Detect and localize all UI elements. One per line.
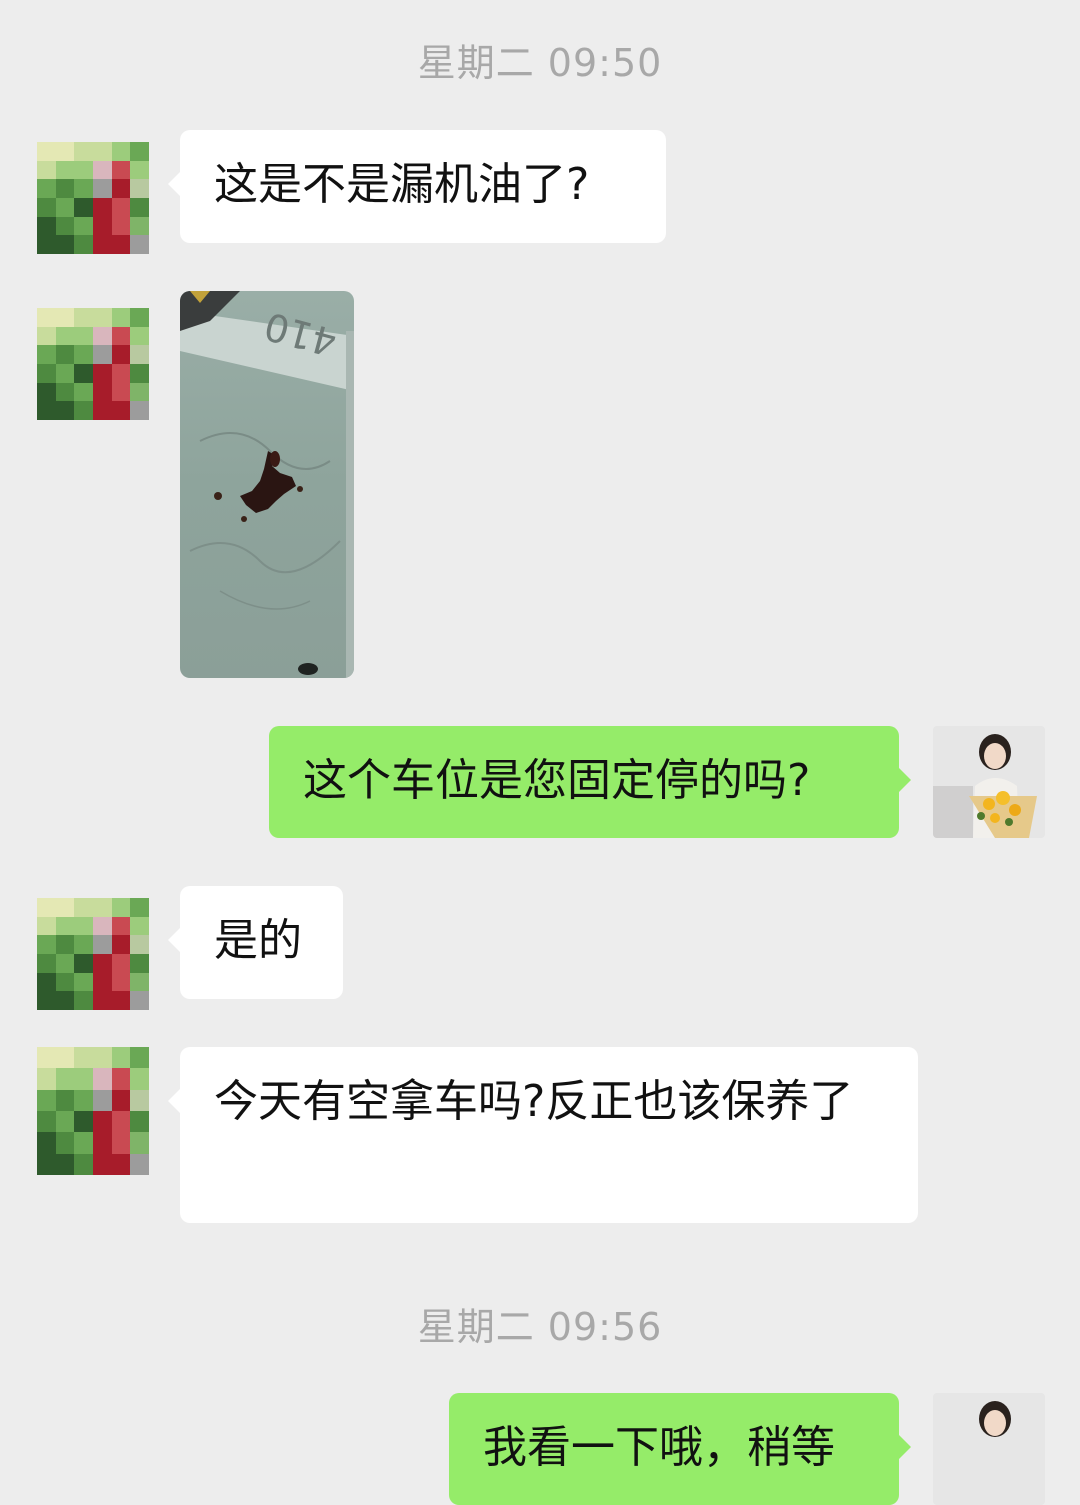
person-with-flowers-avatar-icon [933,726,1045,838]
message-bubble-incoming[interactable]: 今天有空拿车吗?反正也该保养了 [168,1047,918,1223]
message-text: 这个车位是您固定停的吗? [303,755,811,806]
contact-avatar[interactable] [37,308,149,420]
self-avatar[interactable] [933,726,1045,838]
oil-stain-photo: 410 [180,291,354,678]
person-with-flowers-avatar-icon [933,1393,1045,1505]
self-avatar[interactable] [933,1393,1045,1505]
pixelated-avatar-icon [37,142,149,254]
pixelated-avatar-icon [37,898,149,1010]
message-text: 这是不是漏机油了? [214,159,590,210]
contact-avatar[interactable] [37,898,149,1010]
message-bubble-incoming[interactable]: 这是不是漏机油了? [168,130,666,243]
message-text: 我看一下哦，稍等 [483,1422,835,1473]
message-image[interactable]: 410 [180,291,354,678]
contact-avatar[interactable] [37,1047,149,1175]
message-bubble-outgoing[interactable]: 这个车位是您固定停的吗? [269,726,911,838]
message-text: 是的 [214,915,302,966]
message-bubble-incoming[interactable]: 是的 [168,886,343,999]
timestamp: 星期二 09:50 [417,41,663,85]
pixelated-avatar-icon [37,1047,149,1175]
message-bubble-outgoing[interactable]: 我看一下哦，稍等 [449,1393,911,1505]
pixelated-avatar-icon [37,308,149,420]
contact-avatar[interactable] [37,142,149,254]
timestamp: 星期二 09:56 [417,1305,663,1349]
message-text: 今天有空拿车吗?反正也该保养了 [214,1076,854,1127]
